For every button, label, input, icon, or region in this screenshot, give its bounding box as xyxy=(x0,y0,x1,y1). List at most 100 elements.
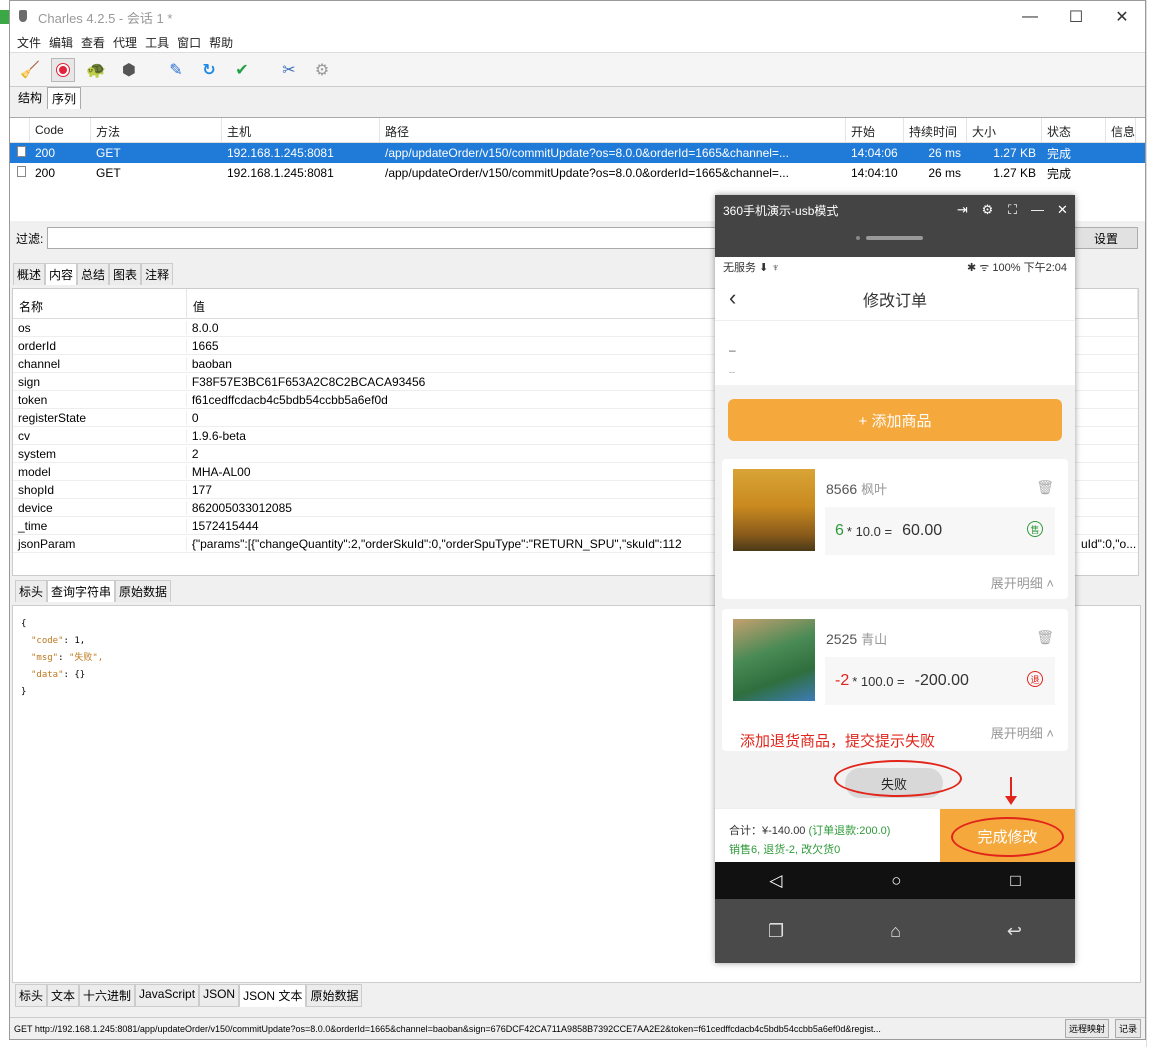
json-param-tail: uId":0,"o... xyxy=(1081,537,1137,551)
tab-structure[interactable]: 结构 xyxy=(13,86,47,109)
filter-label: 过滤: xyxy=(16,231,44,246)
tab-json-text[interactable]: JSON 文本 xyxy=(239,984,307,1007)
request-sub-tabs: 标头 查询字符串 原始数据 xyxy=(15,580,172,602)
minimize-button[interactable]: — xyxy=(1007,1,1053,33)
phone-screen: 无服务 ⬇ ♆ ✱ ᯤ 100% 下午2:04 ‹ 修改订单 – -- + 添加… xyxy=(715,257,1075,862)
background-window-left xyxy=(0,0,9,1047)
document-icon xyxy=(17,146,26,157)
tab-contents[interactable]: 内容 xyxy=(45,263,78,285)
tab-response-raw[interactable]: 原始数据 xyxy=(306,984,363,1007)
trash-icon[interactable]: 🗑 xyxy=(1036,479,1054,496)
table-row[interactable]: 200 GET 192.168.1.245:8081 /app/updateOr… xyxy=(10,163,1145,183)
tab-javascript[interactable]: JavaScript xyxy=(135,984,200,1007)
column-duration[interactable]: 持续时间 xyxy=(904,118,967,142)
record-button[interactable] xyxy=(51,57,75,82)
column-code[interactable]: Code xyxy=(30,118,91,142)
column-info[interactable]: 信息 xyxy=(1106,118,1136,142)
phone-mirror-window: 360手机演示-usb模式 ⇥ ⚙ ⛶ — ✕ 无服务 ⬇ ♆ ✱ ᯤ 100%… xyxy=(715,195,1075,963)
tab-notes[interactable]: 注释 xyxy=(141,263,174,285)
column-path[interactable]: 路径 xyxy=(380,118,846,142)
annotation-arrowhead xyxy=(1005,796,1017,805)
column-size[interactable]: 大小 xyxy=(967,118,1042,142)
recording-button[interactable]: 记录 xyxy=(1115,1019,1142,1038)
page-indicator xyxy=(715,225,1075,257)
tab-overview[interactable]: 概述 xyxy=(13,263,46,285)
nav-recents-square-icon[interactable]: □ xyxy=(1010,871,1020,891)
repeat-refresh-icon[interactable]: ↻ xyxy=(197,58,221,82)
status-bar: GET http://192.168.1.245:8081/app/update… xyxy=(10,1017,1145,1039)
validate-check-icon[interactable]: ✔ xyxy=(230,58,254,82)
menu-proxy[interactable]: 代理 xyxy=(109,34,141,51)
android-nav-bar: ◁ ○ □ xyxy=(715,862,1075,899)
trash-icon[interactable]: 🗑 xyxy=(1036,629,1054,646)
tab-json[interactable]: JSON xyxy=(199,984,240,1007)
column-host[interactable]: 主机 xyxy=(222,118,380,142)
column-status[interactable]: 状态 xyxy=(1042,118,1106,142)
minimize-icon[interactable]: — xyxy=(1025,202,1050,218)
toolbar: 🧹 🐢 ⬢ ✎ ↻ ✔ ✂ ⚙ xyxy=(10,53,1145,87)
phone-window-title: 360手机演示-usb模式 xyxy=(723,203,839,218)
fullscreen-icon[interactable]: ⛶ xyxy=(1000,202,1025,218)
column-icon xyxy=(10,118,30,142)
column-method[interactable]: 方法 xyxy=(91,118,222,142)
detail-tabs: 概述 内容 总结 图表 注释 xyxy=(13,263,174,285)
request-table-header: Code 方法 主机 路径 开始 持续时间 大小 状态 信息 xyxy=(10,118,1145,143)
order-footer: 合计：¥-140.00 (订单退款:200.0) 销售6, 退货-2, 改欠货0… xyxy=(715,808,1075,862)
maximize-button[interactable]: ☐ xyxy=(1053,1,1099,33)
tab-response-headers[interactable]: 标头 xyxy=(15,984,48,1007)
nav-bar: ‹ 修改订单 xyxy=(715,277,1075,321)
table-row[interactable]: 200 GET 192.168.1.245:8081 /app/updateOr… xyxy=(10,143,1145,163)
settings-button[interactable]: 设置 xyxy=(1074,227,1138,249)
column-name[interactable]: 名称 xyxy=(13,289,187,318)
status-url: GET http://192.168.1.245:8081/app/update… xyxy=(14,1023,881,1034)
expand-details-link[interactable]: 展开明细 ˄ xyxy=(991,723,1054,742)
tab-headers[interactable]: 标头 xyxy=(15,580,48,602)
tools-icon[interactable]: ✂ xyxy=(277,58,301,82)
gear-icon[interactable]: ⚙ xyxy=(975,202,1000,218)
background-green-marker xyxy=(0,10,9,24)
document-icon xyxy=(17,166,26,177)
background-window-right xyxy=(1146,0,1157,1047)
back-icon[interactable]: ‹ xyxy=(729,285,736,311)
broom-clear-icon[interactable]: 🧹 xyxy=(18,58,42,82)
annotation-ellipse xyxy=(834,760,962,797)
menu-help[interactable]: 帮助 xyxy=(205,34,237,51)
tab-hex[interactable]: 十六进制 xyxy=(79,984,136,1007)
nav-home-circle-icon[interactable]: ○ xyxy=(891,871,901,891)
close-icon[interactable]: ✕ xyxy=(1050,202,1075,218)
return-icon[interactable]: ↩ xyxy=(1007,921,1022,942)
remote-mapping-button[interactable]: 远程映射 xyxy=(1065,1019,1110,1038)
menu-window[interactable]: 窗口 xyxy=(173,34,205,51)
nav-back-triangle-icon[interactable]: ◁ xyxy=(769,871,782,891)
return-badge: 退 xyxy=(1027,671,1043,687)
page-title: 修改订单 xyxy=(862,292,927,310)
window-title: Charles 4.2.5 - 会话 1 * xyxy=(38,10,173,26)
column-start[interactable]: 开始 xyxy=(846,118,904,142)
settings-gear-icon[interactable]: ⚙ xyxy=(310,58,334,82)
response-tabs: 标头 文本 十六进制 JavaScript JSON JSON 文本 原始数据 xyxy=(15,984,363,1007)
menu-view[interactable]: 查看 xyxy=(77,34,109,51)
tab-sequence[interactable]: 序列 xyxy=(47,87,82,109)
compose-pen-icon[interactable]: ✎ xyxy=(164,58,188,82)
home-icon[interactable]: ⌂ xyxy=(890,921,901,942)
recent-apps-icon[interactable]: ❐ xyxy=(768,921,784,942)
throttle-turtle-icon[interactable]: 🐢 xyxy=(84,58,108,82)
tab-query-string[interactable]: 查询字符串 xyxy=(47,580,116,602)
sale-badge: 售 xyxy=(1027,521,1043,537)
annotation-ellipse xyxy=(951,817,1064,857)
line-calculation: -2 * 100.0 = -200.00 退 xyxy=(825,657,1055,705)
expand-details-link[interactable]: 展开明细 ˄ xyxy=(991,573,1054,592)
breakpoint-hexagon-icon[interactable]: ⬢ xyxy=(117,58,141,82)
tab-summary[interactable]: 总结 xyxy=(77,263,110,285)
pin-icon[interactable]: ⇥ xyxy=(950,202,975,218)
order-remark: – -- xyxy=(715,321,1075,385)
tab-raw[interactable]: 原始数据 xyxy=(115,580,172,602)
tab-chart[interactable]: 图表 xyxy=(109,263,142,285)
menu-edit[interactable]: 编辑 xyxy=(45,34,77,51)
add-product-button[interactable]: + 添加商品 xyxy=(728,399,1062,441)
line-calculation: 6 * 10.0 = 60.00 售 xyxy=(825,507,1055,555)
menu-file[interactable]: 文件 xyxy=(13,34,45,51)
menu-tools[interactable]: 工具 xyxy=(141,34,173,51)
close-button[interactable]: ✕ xyxy=(1099,1,1145,33)
tab-text[interactable]: 文本 xyxy=(47,984,80,1007)
